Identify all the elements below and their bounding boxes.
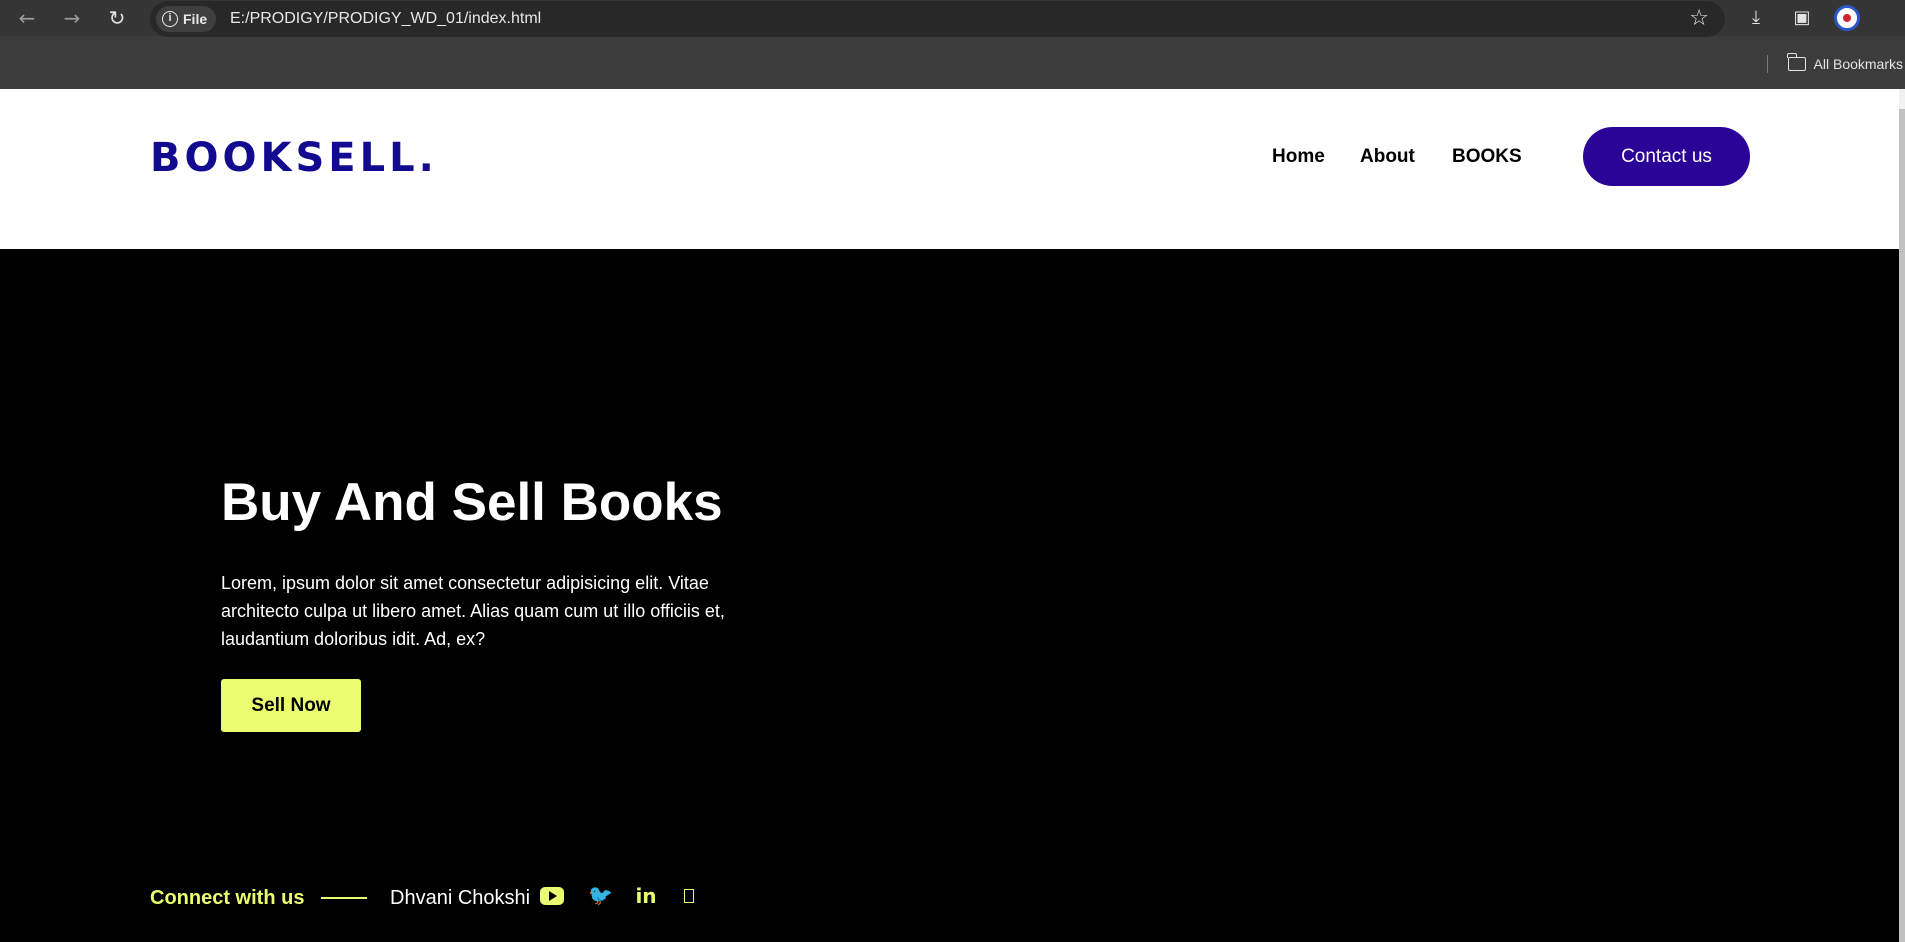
- twitter-icon[interactable]: 🐦: [588, 884, 613, 908]
- youtube-icon[interactable]: [540, 884, 564, 908]
- info-icon: i: [162, 11, 178, 27]
- author-name: Dhvani Chokshi: [390, 887, 531, 909]
- hero-title: Buy And Sell Books: [221, 473, 723, 532]
- site-header: BOOKSELL. Home About BOOKS Contact us: [0, 89, 1899, 249]
- browser-chrome: ← → ↻ i File E:/PRODIGY/PRODIGY_WD_01/in…: [0, 0, 1905, 89]
- download-icon[interactable]: ⤓: [1742, 4, 1770, 32]
- site-logo[interactable]: BOOKSELL.: [150, 133, 438, 183]
- browser-toolbar: ← → ↻ i File E:/PRODIGY/PRODIGY_WD_01/in…: [0, 0, 1905, 37]
- page-viewport: BOOKSELL. Home About BOOKS Contact us Bu…: [0, 89, 1905, 942]
- bookmark-star-icon[interactable]: ☆: [1689, 1, 1709, 37]
- nav-books-link[interactable]: BOOKS: [1452, 145, 1522, 169]
- all-bookmarks-label[interactable]: All Bookmarks: [1814, 56, 1903, 72]
- nav-home-link[interactable]: Home: [1272, 145, 1325, 169]
- scrollbar-thumb[interactable]: [1899, 109, 1905, 942]
- hero-description: Lorem, ipsum dolor sit amet consectetur …: [221, 573, 725, 649]
- bookmarks-bar: All Bookmarks: [1766, 51, 1905, 77]
- side-panel-icon[interactable]: ▣: [1788, 4, 1816, 32]
- page-scrollbar[interactable]: [1899, 89, 1905, 942]
- address-bar[interactable]: i File E:/PRODIGY/PRODIGY_WD_01/index.ht…: [150, 1, 1725, 37]
- logo-dot: .: [418, 135, 438, 181]
- reload-icon[interactable]: ↻: [105, 6, 129, 30]
- bookmarks-divider: [1766, 55, 1768, 73]
- url-text[interactable]: E:/PRODIGY/PRODIGY_WD_01/index.html: [230, 1, 541, 37]
- profile-avatar-icon[interactable]: [1834, 5, 1860, 31]
- connect-label: Connect with us: [150, 887, 305, 909]
- missing-glyph-icon[interactable]: [682, 884, 696, 908]
- logo-text: BOOKSELL: [150, 135, 419, 181]
- contact-us-button[interactable]: Contact us: [1583, 127, 1750, 186]
- nav-about-link[interactable]: About: [1360, 145, 1415, 169]
- linkedin-icon[interactable]: in: [634, 884, 658, 908]
- back-icon[interactable]: ←: [15, 6, 39, 30]
- sell-now-button[interactable]: Sell Now: [221, 679, 361, 732]
- connect-divider-line: [321, 897, 367, 899]
- folder-icon[interactable]: [1786, 53, 1806, 71]
- site-info-chip[interactable]: i File: [156, 6, 217, 32]
- file-chip-label: File: [183, 11, 208, 27]
- forward-icon[interactable]: →: [60, 6, 84, 30]
